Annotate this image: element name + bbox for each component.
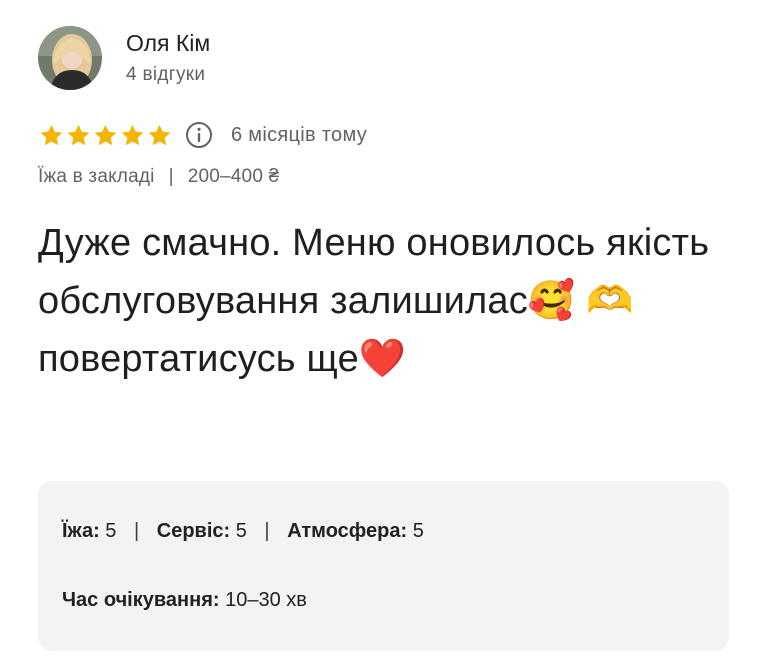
service-label: Сервіс:	[156, 520, 231, 542]
atmosphere-value: 5	[412, 520, 424, 542]
star-icon	[92, 122, 119, 149]
review-date: 6 місяців тому	[231, 123, 368, 146]
wait-time-label: Час очікування:	[62, 589, 220, 611]
tags-separator: |	[168, 166, 174, 187]
price-range-tag: 200–400 ₴	[187, 166, 280, 187]
profile-photo-icon	[38, 26, 102, 90]
service-type-tag: Їжа в закладі	[38, 166, 155, 187]
author-reviews-count[interactable]: 4 відгуки	[126, 63, 205, 87]
rating-row: 6 місяців тому	[38, 118, 367, 152]
star-icon	[119, 122, 146, 149]
details-separator: |	[133, 520, 140, 542]
star-icon	[38, 122, 65, 149]
review-details-card: Їжа: 5 | Сервіс: 5 | Атмосфера: 5 Час оч…	[38, 481, 729, 651]
author-name[interactable]: Оля Кім	[126, 29, 210, 57]
food-label: Їжа:	[62, 520, 100, 542]
info-icon[interactable]	[185, 121, 213, 149]
star-icon	[65, 122, 92, 149]
atmosphere-label: Атмосфера:	[287, 520, 408, 542]
star-icon	[146, 122, 173, 149]
wait-time-value: 10–30 хв	[225, 589, 307, 611]
avatar[interactable]	[38, 26, 102, 90]
review-tags: Їжа в закладі | 200–400 ₴	[38, 166, 279, 188]
star-rating	[38, 122, 173, 149]
review-text: Дуже смачно. Меню оновилось якість обслу…	[38, 222, 710, 380]
wait-time: Час очікування: 10–30 хв	[62, 589, 307, 612]
food-value: 5	[105, 520, 117, 542]
details-separator: |	[264, 520, 270, 542]
service-value: 5	[235, 520, 247, 542]
ratings-breakdown: Їжа: 5 | Сервіс: 5 | Атмосфера: 5	[62, 520, 424, 543]
